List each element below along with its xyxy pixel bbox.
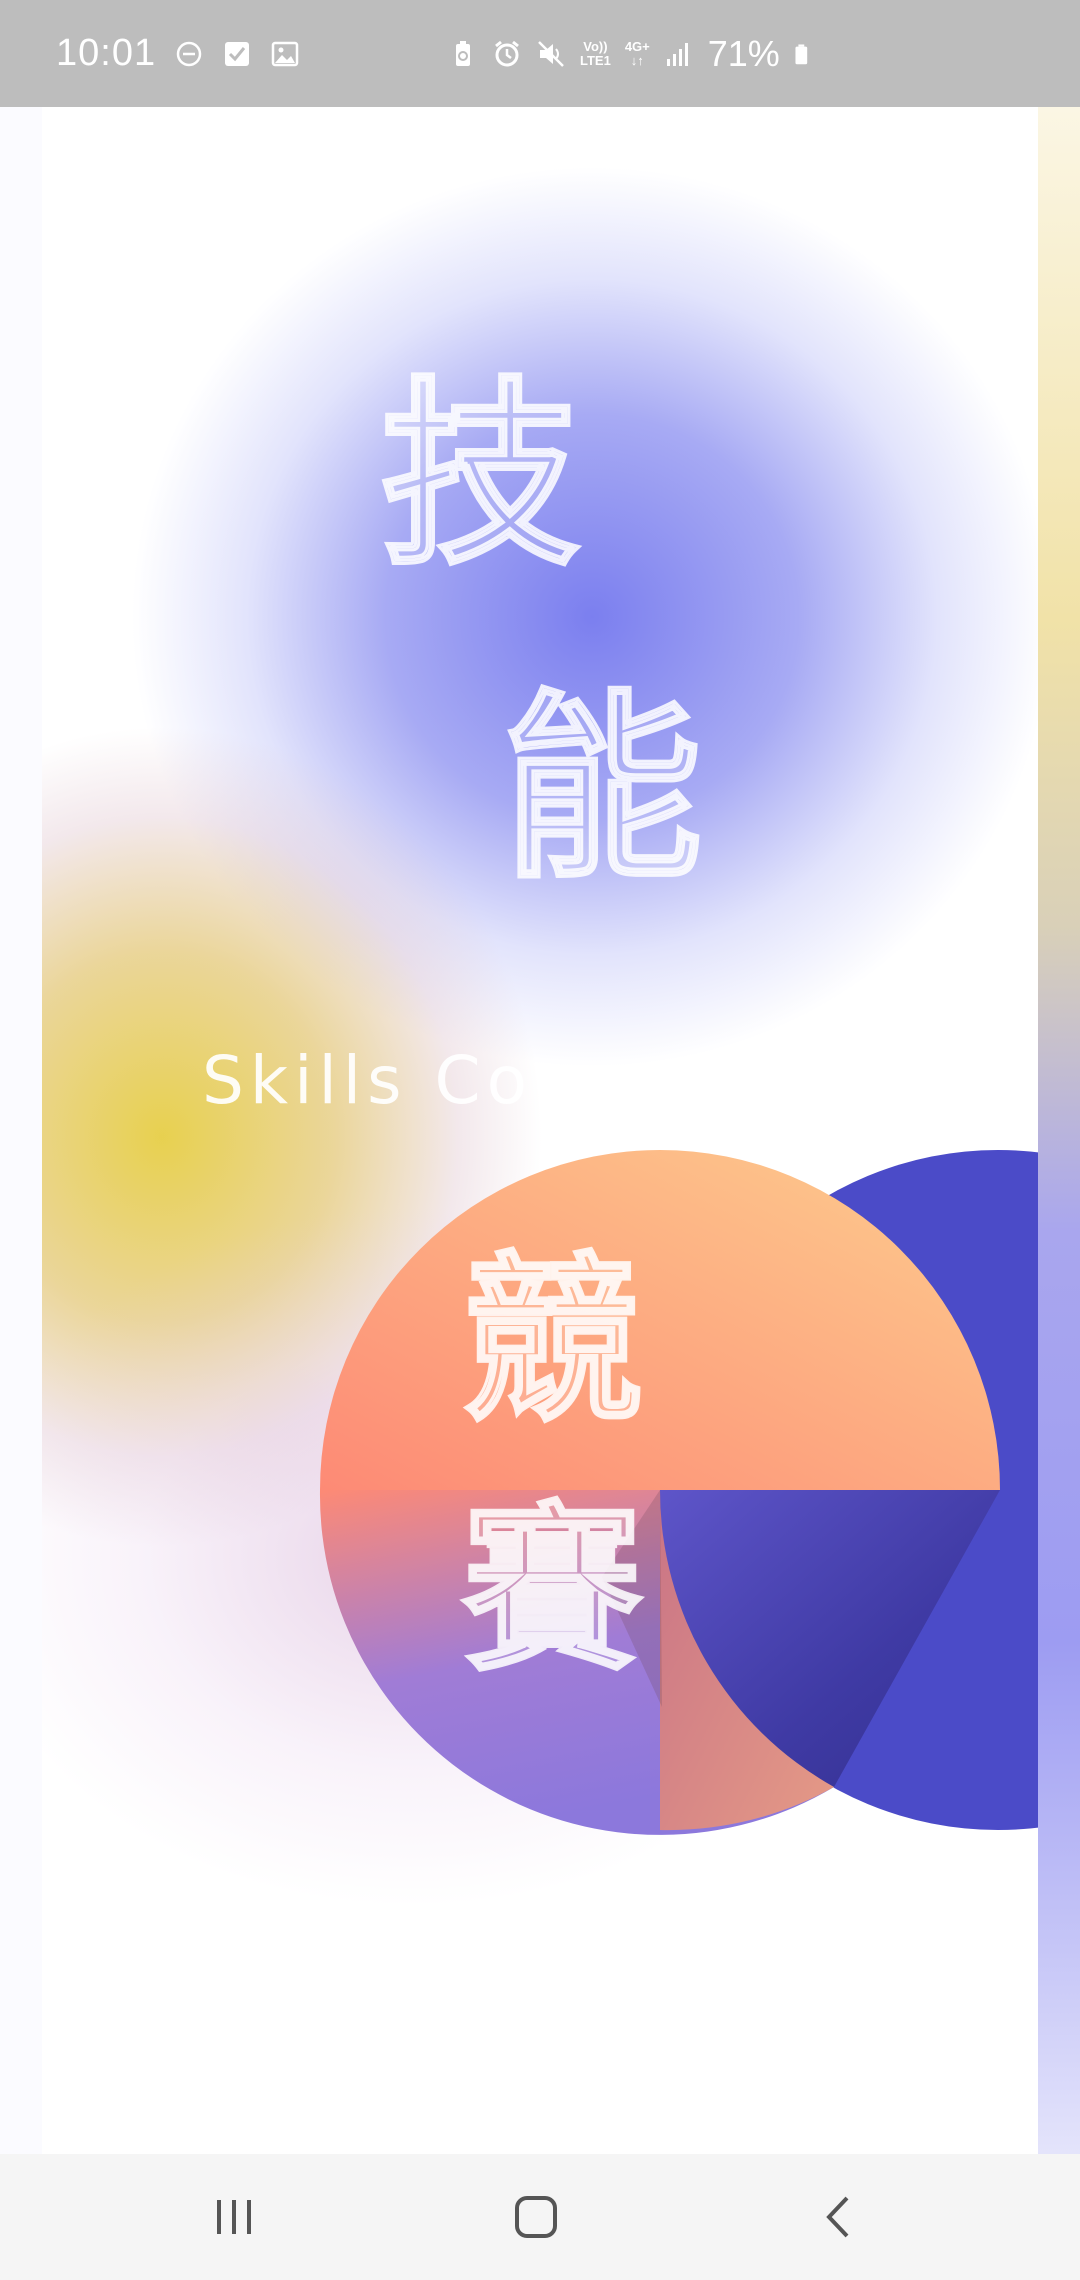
back-icon <box>826 2196 849 2238</box>
recent-apps-icon <box>217 2200 251 2234</box>
battery-icon <box>795 43 808 64</box>
status-left-group: 10:01 <box>56 0 300 107</box>
gallery-icon <box>271 41 299 66</box>
checkbox-icon <box>225 41 250 66</box>
clock: 10:01 <box>56 32 157 74</box>
subtitle-text: Skills Competition <box>202 1042 905 1119</box>
recent-apps-button[interactable] <box>174 2172 294 2262</box>
splash-canvas: 技 能 Skills Competition 競 賽 <box>42 107 1038 2154</box>
battery-percent: 71% <box>707 32 780 74</box>
home-icon <box>515 2196 557 2238</box>
home-button[interactable] <box>476 2172 596 2262</box>
volte-label-top: Vo)) <box>583 38 608 54</box>
network-label-bottom: ↓↑ <box>630 52 644 68</box>
mute-icon <box>538 40 564 67</box>
title-char-ji: 技 <box>378 360 581 593</box>
splash-screen[interactable]: 技 能 Skills Competition 競 賽 <box>0 107 1080 2154</box>
status-right-group: Vo)) LTE1 4G+ ↓↑ 71% <box>448 0 816 107</box>
status-bar: 10:01 Vo)) LTE1 4G+ ↓↑ 71% <box>0 0 1080 107</box>
title-char-jing: 競 <box>460 1237 643 1446</box>
back-button[interactable] <box>778 2172 898 2262</box>
volte-label-bottom: LTE1 <box>580 52 611 68</box>
navigation-bar <box>0 2154 1080 2280</box>
network-label-top: 4G+ <box>624 38 650 54</box>
alarm-icon <box>495 40 519 66</box>
title-char-sai: 賽 <box>460 1487 643 1696</box>
battery-saver-icon <box>456 40 470 66</box>
title-char-neng: 能 <box>500 673 703 906</box>
side-peek-page[interactable] <box>1038 107 1080 2154</box>
volte-icon: Vo)) LTE1 <box>580 38 611 68</box>
signal-icon <box>666 42 688 66</box>
do-not-disturb-icon <box>176 41 202 66</box>
4g-data-icon: 4G+ ↓↑ <box>624 38 650 68</box>
